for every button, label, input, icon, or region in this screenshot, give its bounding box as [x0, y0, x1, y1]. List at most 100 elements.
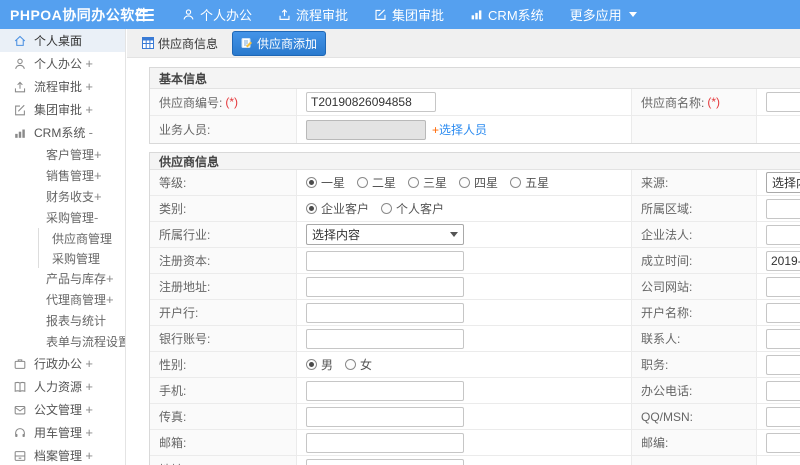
tab-strip: 供应商信息 供应商添加 [127, 29, 800, 58]
sidebar-item-supplier-mgmt[interactable]: 供应商管理 [38, 228, 125, 248]
field-label: 供应商名称: (*) [632, 89, 757, 115]
sidebar-item-form-flow-settings[interactable]: 表单与流程设置 + [0, 331, 125, 352]
section-supplier-info: 供应商信息 等级: 一星 二星 三星 四星 五星 来源: 选择内容 [149, 152, 800, 465]
industry-select[interactable]: 选择内容 [306, 224, 464, 245]
sidebar-item-reports[interactable]: 报表与统计 [0, 310, 125, 331]
field-cell [757, 378, 800, 403]
position-input[interactable] [766, 354, 800, 375]
radio-one-star[interactable]: 一星 [306, 174, 345, 191]
sidebar-item-personal-desktop[interactable]: 个人桌面 [0, 29, 125, 52]
sidebar-item-purchase-mgmt[interactable]: 采购管理 - [0, 207, 125, 228]
gender-radio-group: 男 女 [306, 356, 372, 373]
radio-two-star[interactable]: 二星 [357, 174, 396, 191]
office-phone-input[interactable] [766, 380, 800, 401]
field-cell: 企业客户 个人客户 [297, 196, 632, 221]
bank-account-input[interactable] [306, 328, 464, 349]
tab-supplier-add[interactable]: 供应商添加 [232, 30, 327, 56]
business-staff-input[interactable] [306, 119, 426, 140]
field-label: 地址: [150, 456, 297, 465]
address-input[interactable] [306, 459, 464, 465]
sidebar-item-group-approval[interactable]: 集团审批 + [0, 98, 125, 121]
legal-person-input[interactable] [766, 224, 800, 245]
sidebar-item-sales-mgmt[interactable]: 销售管理 + [0, 165, 125, 186]
home-icon [12, 33, 27, 48]
sidebar-item-finance[interactable]: 财务收支 + [0, 186, 125, 207]
archive-icon [12, 448, 27, 463]
sidebar-item-document-mgmt[interactable]: 公文管理 + [0, 398, 125, 421]
sidebar-item-admin-office[interactable]: 行政办公 + [0, 352, 125, 375]
sidebar-item-personal-office[interactable]: 个人办公 + [0, 52, 125, 75]
zip-code-input[interactable] [766, 432, 800, 453]
sidebar-item-flow-approval[interactable]: 流程审批 + [0, 75, 125, 98]
sidebar-item-agent-mgmt[interactable]: 代理商管理 + [0, 289, 125, 310]
field-cell [757, 456, 800, 465]
radio-enterprise-customer[interactable]: 企业客户 [306, 200, 369, 217]
sidebar-item-hr[interactable]: 人力资源 + [0, 375, 125, 398]
briefcase-icon [12, 356, 27, 371]
field-label: 注册资本: [150, 248, 297, 273]
contact-person-input[interactable] [766, 328, 800, 349]
field-label: 业务人员: [150, 116, 297, 143]
field-cell: +选择人员 [297, 116, 632, 143]
account-name-input[interactable] [766, 302, 800, 323]
supplier-name-input[interactable] [766, 92, 800, 112]
sidebar: 个人桌面 个人办公 + 流程审批 + 集团审批 + CRM系统 - 客户管理 +… [0, 29, 126, 465]
sidebar-item-crm-system[interactable]: CRM系统 - [0, 121, 125, 144]
radio-female[interactable]: 女 [345, 356, 372, 373]
sidebar-item-archive-mgmt[interactable]: 档案管理 + [0, 444, 125, 465]
field-label: 成立时间: [632, 248, 757, 273]
doc-icon [12, 402, 27, 417]
top-nav: 个人办公 流程审批 集团审批 CRM系统 更多应用 [182, 5, 637, 24]
field-cell [297, 248, 632, 273]
sidebar-item-purchase-sub[interactable]: 采购管理 [38, 248, 125, 268]
field-cell: 选择内容 [297, 222, 632, 247]
app-logo: PHPOA协同办公软件 [10, 6, 150, 23]
chart-icon [470, 8, 483, 21]
field-label [632, 116, 757, 143]
tab-supplier-info[interactable]: 供应商信息 [134, 32, 226, 55]
radio-personal-customer[interactable]: 个人客户 [381, 200, 444, 217]
radio-male[interactable]: 男 [306, 356, 333, 373]
choose-staff-link[interactable]: +选择人员 [432, 121, 487, 138]
nav-crm-system[interactable]: CRM系统 [470, 5, 544, 24]
sidebar-item-product-stock[interactable]: 产品与库存 + [0, 268, 125, 289]
caret-down-icon [450, 232, 458, 237]
field-cell [757, 89, 800, 115]
nav-flow-approval[interactable]: 流程审批 [278, 5, 348, 24]
mobile-input[interactable] [306, 380, 464, 401]
source-select[interactable]: 选择内容 [766, 172, 800, 193]
registered-capital-input[interactable] [306, 250, 464, 271]
email-input[interactable] [306, 432, 464, 453]
field-label: 注册地址: [150, 274, 297, 299]
nav-more-apps[interactable]: 更多应用 [570, 5, 637, 24]
radio-icon [357, 177, 369, 188]
fax-input[interactable] [306, 406, 464, 427]
section-title: 供应商信息 [150, 153, 800, 170]
founding-date-input[interactable] [766, 250, 800, 271]
sidebar-item-vehicle-mgmt[interactable]: 用车管理 + [0, 421, 125, 444]
region-input[interactable] [766, 198, 800, 219]
nav-personal-office[interactable]: 个人办公 [182, 5, 252, 24]
radio-icon [306, 203, 317, 214]
radio-five-star[interactable]: 五星 [510, 174, 549, 191]
bank-name-input[interactable] [306, 302, 464, 323]
field-label: 公司网站: [632, 274, 757, 299]
field-label: 开户名称: [632, 300, 757, 325]
field-cell [757, 196, 800, 221]
company-website-input[interactable] [766, 276, 800, 297]
field-cell [757, 300, 800, 325]
registered-address-input[interactable] [306, 276, 464, 297]
field-cell [297, 456, 632, 465]
hamburger-menu-icon[interactable] [136, 8, 154, 21]
radio-three-star[interactable]: 三星 [408, 174, 447, 191]
qq-msn-input[interactable] [766, 406, 800, 427]
radio-icon [345, 359, 357, 370]
supplier-add-form: 基本信息 供应商编号: (*) 供应商名称: (*) [127, 58, 800, 465]
radio-four-star[interactable]: 四星 [459, 174, 498, 191]
nav-group-approval[interactable]: 集团审批 [374, 5, 444, 24]
supplier-code-input[interactable] [306, 92, 436, 112]
field-label: 银行账号: [150, 326, 297, 351]
field-cell [757, 352, 800, 377]
sidebar-item-customer-mgmt[interactable]: 客户管理 + [0, 144, 125, 165]
field-cell [757, 274, 800, 299]
